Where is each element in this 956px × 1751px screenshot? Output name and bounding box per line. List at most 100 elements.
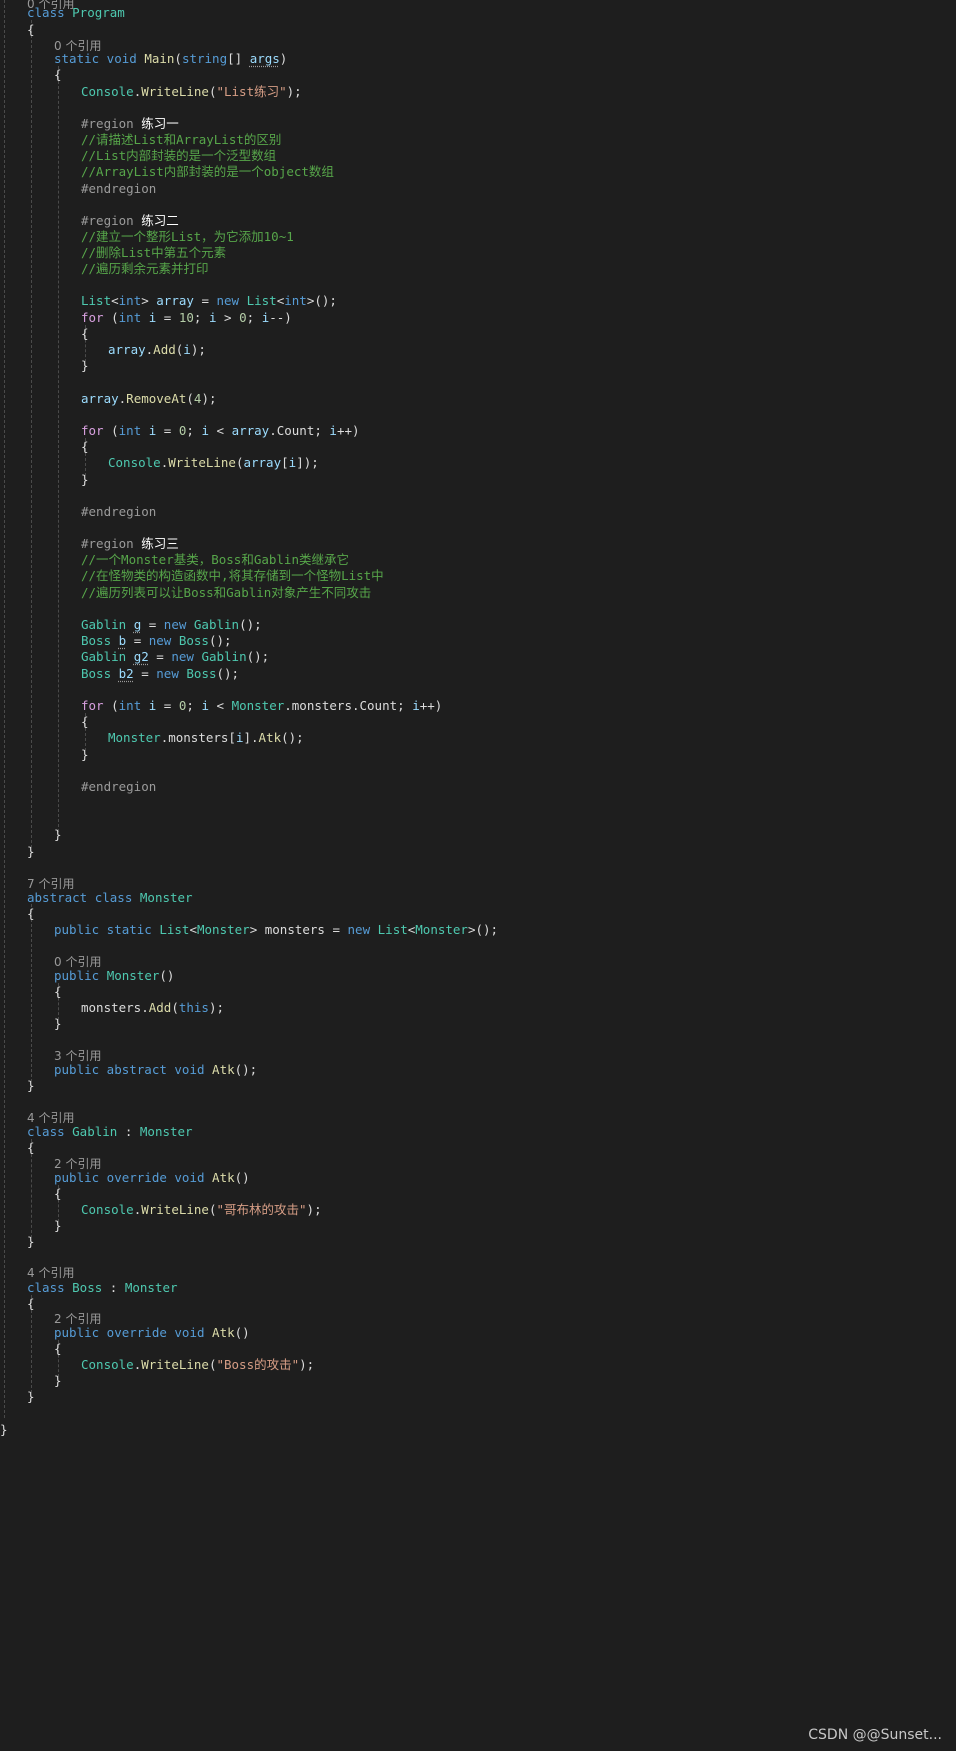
code-line: public override void Atk() xyxy=(54,1169,250,1187)
code-token: = xyxy=(156,698,179,713)
code-token: ( xyxy=(174,51,182,66)
code-token: : xyxy=(102,1280,125,1295)
code-line: Boss b2 = new Boss(); xyxy=(81,665,239,683)
code-token: ( xyxy=(103,698,119,713)
code-token: this xyxy=(178,1000,209,1015)
code-token: for xyxy=(81,698,104,713)
code-token: //请描述List和ArrayList的区别 xyxy=(81,132,282,147)
code-token: ]. xyxy=(243,730,259,745)
code-line: Console.WriteLine("哥布林的攻击"); xyxy=(81,1201,322,1219)
code-token: new xyxy=(156,666,187,681)
code-token: #endregion xyxy=(81,779,157,794)
code-token: >(); xyxy=(467,922,499,937)
code-line: Gablin g2 = new Gablin(); xyxy=(81,648,269,666)
indent-guide xyxy=(31,904,32,1082)
code-token: ); xyxy=(286,84,302,99)
code-token: } xyxy=(81,747,89,762)
code-line: { xyxy=(81,438,89,456)
code-token: List xyxy=(159,922,190,937)
code-line: for (int i = 10; i > 0; i--) xyxy=(81,309,292,327)
code-token: i xyxy=(183,342,191,357)
code-token: (); xyxy=(246,649,270,664)
code-token: WriteLine xyxy=(141,1202,209,1217)
code-token: < xyxy=(189,922,197,937)
code-line: abstract class Monster xyxy=(27,889,193,907)
code-token: ( xyxy=(103,423,119,438)
code-line: } xyxy=(81,357,89,375)
code-token: 0 xyxy=(239,310,247,325)
code-token: WriteLine xyxy=(168,455,236,470)
code-token: ; xyxy=(186,698,202,713)
code-token: > monsters = xyxy=(249,922,348,937)
code-token: = xyxy=(156,423,179,438)
code-line: { xyxy=(54,983,62,1001)
code-line: } xyxy=(54,1015,62,1033)
code-token: Program xyxy=(72,5,125,20)
code-token: //遍历剩余元素并打印 xyxy=(81,261,209,276)
code-token: string xyxy=(181,51,228,66)
code-token: class xyxy=(27,5,73,20)
code-line: { xyxy=(27,21,35,39)
code-token: Console xyxy=(108,455,161,470)
code-token: () xyxy=(159,968,175,983)
code-token: Monster xyxy=(124,1280,178,1295)
code-line: array.Add(i); xyxy=(108,341,206,359)
code-token: { xyxy=(81,714,89,729)
code-token: < xyxy=(208,423,232,438)
code-token: new xyxy=(148,633,179,648)
code-line: } xyxy=(81,746,89,764)
code-token: .monsters[ xyxy=(160,730,236,745)
code-token: Gablin xyxy=(193,617,240,632)
code-token: Console xyxy=(81,1202,134,1217)
code-line: class Boss : Monster xyxy=(27,1279,178,1297)
code-line: public abstract void Atk(); xyxy=(54,1061,257,1079)
code-token: { xyxy=(81,326,89,341)
code-token: //建立一个整形List，为它添加10~1 xyxy=(81,229,294,244)
code-token: ( xyxy=(171,1000,179,1015)
code-line: { xyxy=(54,1340,62,1358)
code-token: (); xyxy=(234,1062,258,1077)
code-token: List xyxy=(246,293,277,308)
code-token: } xyxy=(27,1389,35,1404)
code-token: Gablin xyxy=(201,649,247,664)
code-token: } xyxy=(27,1234,35,1249)
code-token: i xyxy=(329,423,337,438)
watermark: CSDN @@Sunset... xyxy=(808,1727,942,1743)
code-token: Monster xyxy=(231,698,285,713)
code-line: } xyxy=(27,1233,35,1251)
code-token: >(); xyxy=(306,293,337,308)
code-token: class xyxy=(27,1124,73,1139)
code-line: public override void Atk() xyxy=(54,1324,250,1342)
code-token: Gablin xyxy=(81,617,134,632)
code-token: { xyxy=(81,439,89,454)
code-token: > xyxy=(141,293,157,308)
code-token: Monster xyxy=(139,890,193,905)
code-line: #endregion xyxy=(81,503,156,521)
code-token: Main xyxy=(144,51,175,66)
code-token: { xyxy=(27,1296,35,1311)
code-line: } xyxy=(81,471,89,489)
code-token: { xyxy=(27,22,35,37)
code-token: i xyxy=(208,310,217,325)
code-token: Console xyxy=(81,1357,134,1372)
code-token: #endregion xyxy=(81,504,157,519)
code-token: i xyxy=(201,698,209,713)
code-editor[interactable]: 0 个引用 class Program{0 个引用 static void Main… xyxy=(0,0,956,1751)
code-line: class Program xyxy=(27,4,125,22)
code-line: public static List<Monster> monsters = n… xyxy=(54,921,498,939)
code-token: Gablin xyxy=(72,1124,118,1139)
code-token: public override void xyxy=(54,1325,213,1340)
code-token: ; xyxy=(193,310,209,325)
code-token: new xyxy=(347,922,378,937)
code-token: abstract class xyxy=(27,890,140,905)
code-token: } xyxy=(54,827,62,842)
code-token: { xyxy=(54,1186,62,1201)
code-token: { xyxy=(54,67,62,82)
code-token: public override void xyxy=(54,1170,213,1185)
code-token: } xyxy=(27,1078,35,1093)
code-line: Console.WriteLine("List练习"); xyxy=(81,83,302,101)
code-token: g2 xyxy=(133,649,149,664)
code-token: { xyxy=(27,1140,35,1155)
code-token: : xyxy=(117,1124,140,1139)
code-token: int xyxy=(118,310,149,325)
